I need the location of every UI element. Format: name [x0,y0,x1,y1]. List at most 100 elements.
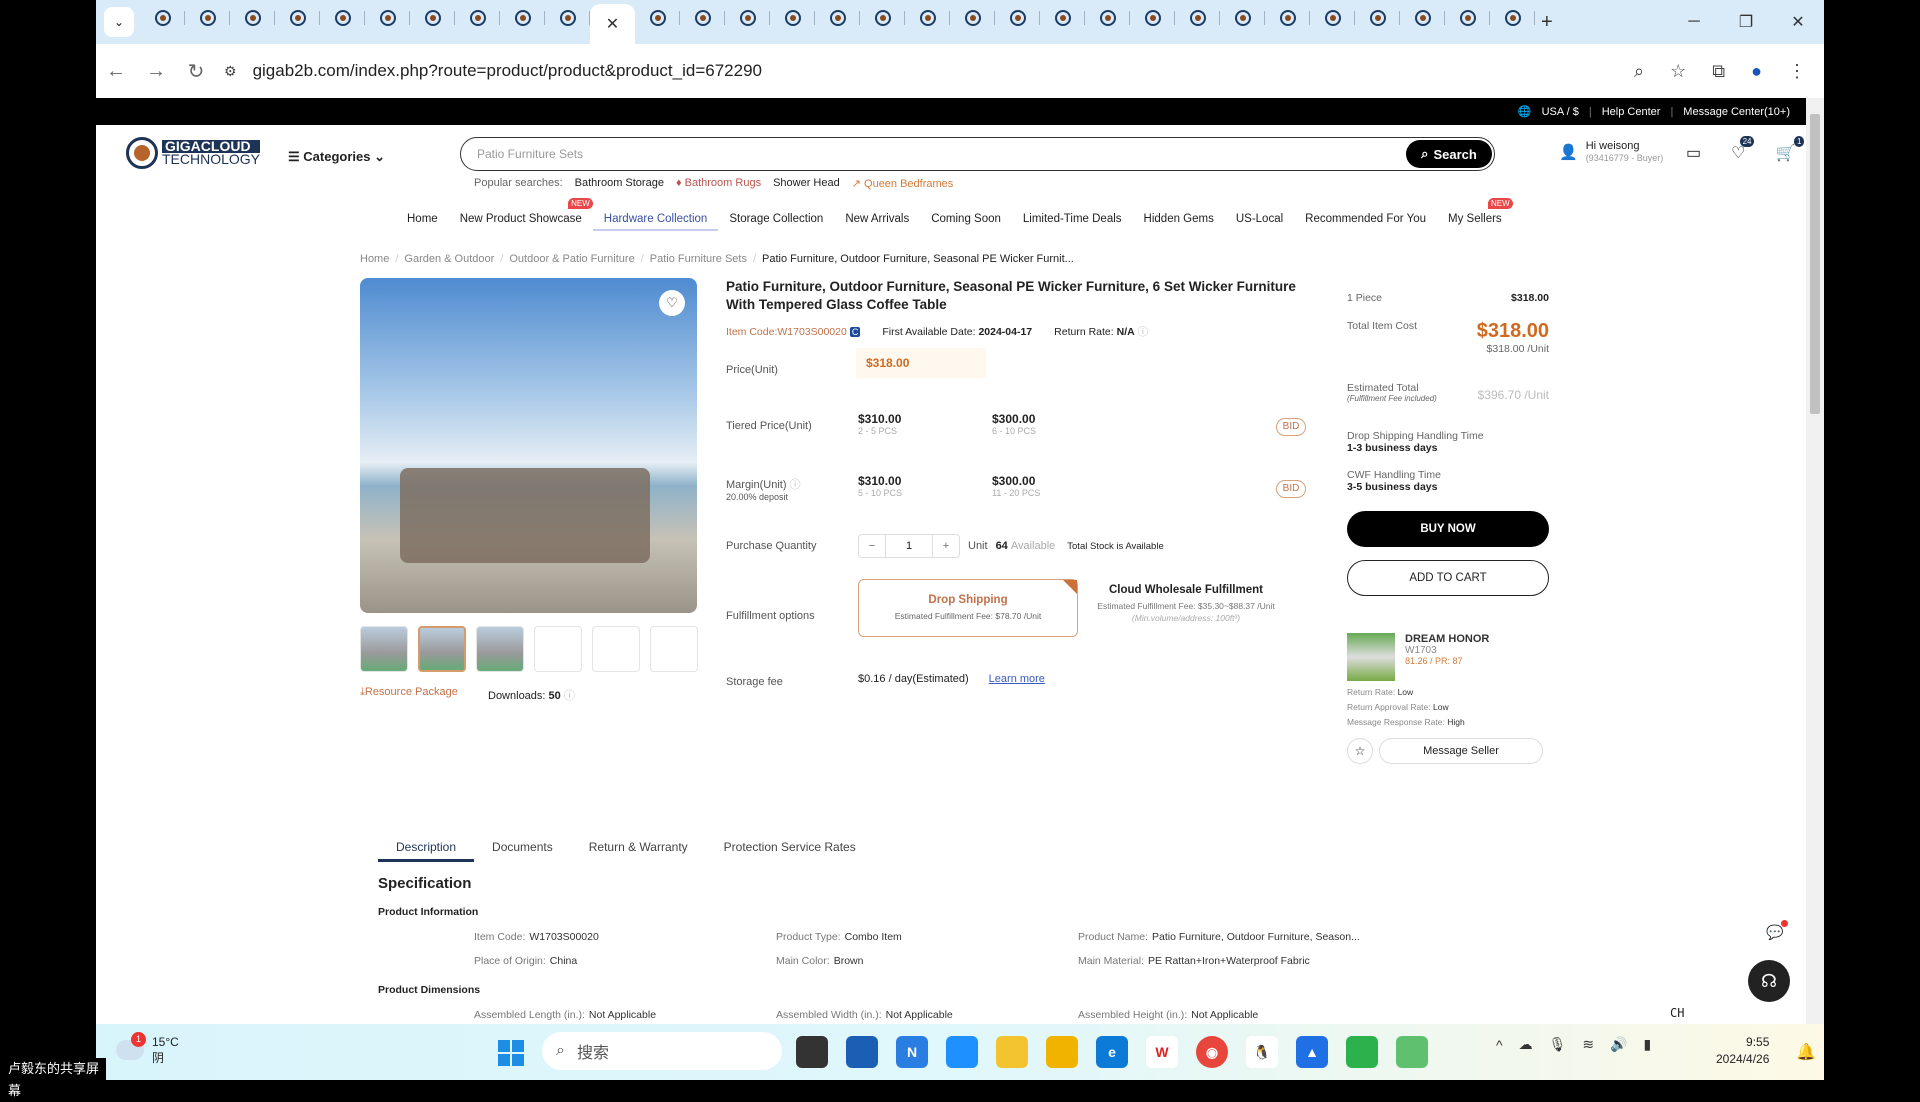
nav-item[interactable]: New Arrivals [834,207,920,231]
windows-start-icon[interactable] [498,1040,524,1066]
browser-tab[interactable] [725,0,770,36]
chrome-icon[interactable]: ◉ [1196,1036,1228,1068]
page-scrollbar[interactable] [1806,98,1824,1024]
detail-tab[interactable]: Protection Service Rates [706,836,874,862]
wallet-icon[interactable]: ▭ [1686,143,1701,163]
product-main-image[interactable]: ♡ [360,278,697,613]
browser-tab[interactable] [185,0,230,36]
resource-package-link[interactable]: ⤓Resource Package [360,686,458,699]
user-account[interactable]: 👤 Hi weisong (93416779 - Buyer) [1559,140,1663,163]
app-icon[interactable]: ▲ [1296,1036,1328,1068]
active-tab[interactable]: ✕ [590,4,635,44]
thumbnail-image[interactable] [534,626,582,672]
browser-tab[interactable] [320,0,365,36]
browser-tab[interactable] [275,0,320,36]
popular-search-link[interactable]: Shower Head [773,177,840,190]
favorite-heart-icon[interactable]: ♡ [659,290,685,316]
bid-button[interactable]: BID [1276,480,1306,498]
popular-search-link[interactable]: Bathroom Storage [575,177,664,190]
thumbnail-image[interactable] [650,626,698,672]
reload-button[interactable]: ↻ [176,59,216,84]
browser-tab[interactable] [500,0,545,36]
minimize-button[interactable]: ─ [1668,0,1720,44]
store-icon[interactable] [846,1036,878,1068]
volume-icon[interactable]: 🔊 [1610,1036,1627,1053]
customer-support-icon[interactable]: ☊ [1748,960,1790,1002]
nav-item[interactable]: Coming Soon [920,207,1012,231]
tray-expand-icon[interactable]: ^ [1496,1037,1503,1053]
browser-tab[interactable] [455,0,500,36]
ime-indicator[interactable]: CH [1670,1006,1684,1020]
nav-item[interactable]: Recommended For You [1294,207,1437,231]
browser-tab[interactable] [1490,0,1535,36]
taskbar-search[interactable]: ⌕ 搜索 [542,1032,782,1070]
browser-tab[interactable] [770,0,815,36]
region-selector[interactable]: USA / $ [1542,106,1579,118]
browser-tab[interactable] [815,0,860,36]
increment-button[interactable]: + [933,535,959,557]
browser-tab[interactable] [365,0,410,36]
browser-tab[interactable] [410,0,455,36]
help-icon[interactable]: ⓘ [564,690,575,702]
wechat-work-icon[interactable] [1396,1036,1428,1068]
browser-tab[interactable] [860,0,905,36]
thumbnail-image[interactable] [476,626,524,672]
browser-tab[interactable] [230,0,275,36]
onedrive-icon[interactable]: ☁ [1519,1036,1533,1053]
cwf-option[interactable]: Cloud Wholesale Fulfillment Estimated Fu… [1086,584,1286,623]
detail-tab[interactable]: Description [378,836,475,862]
tab-search-dropdown[interactable]: ⌄ [104,7,134,37]
decrement-button[interactable]: − [859,535,885,557]
qq-icon[interactable]: 🐧 [1246,1036,1278,1068]
detail-tab[interactable]: Return & Warranty [571,836,706,862]
task-view-icon[interactable] [796,1036,828,1068]
close-window-button[interactable]: ✕ [1772,0,1824,44]
file-explorer-icon[interactable] [1046,1036,1078,1068]
chat-notification-icon[interactable]: 💬 [1766,920,1789,941]
breadcrumb-item[interactable]: Garden & Outdoor [404,253,494,265]
browser-tab[interactable] [950,0,995,36]
bid-button[interactable]: BID [1276,418,1306,436]
browser-tab[interactable] [1355,0,1400,36]
help-center-link[interactable]: Help Center [1602,106,1661,118]
notification-bell-icon[interactable]: 🔔 [1796,1042,1816,1062]
quantity-input[interactable]: 1 [885,535,933,557]
wps-icon[interactable]: W [1146,1036,1178,1068]
nav-item[interactable]: Hidden Gems [1133,207,1225,231]
nav-item[interactable]: Limited-Time Deals [1012,207,1133,231]
wechat-icon[interactable] [1346,1036,1378,1068]
browser-tab[interactable] [1220,0,1265,36]
browser-tab[interactable] [995,0,1040,36]
browser-tab[interactable] [1400,0,1445,36]
wishlist-icon[interactable]: ♡ 24 [1731,136,1755,163]
zoom-icon[interactable]: ⌕ [1634,61,1644,82]
breadcrumb-item[interactable]: Patio Furniture Sets [650,253,747,265]
browser-tab[interactable] [1445,0,1490,36]
categories-menu[interactable]: ☰ Categories ⌄ [288,149,385,165]
browser-menu-icon[interactable]: ⋮ [1788,61,1806,82]
browser-tab[interactable] [905,0,950,36]
browser-tab[interactable] [140,0,185,36]
edge-icon[interactable]: e [1096,1036,1128,1068]
battery-icon[interactable]: ▮ [1644,1036,1652,1053]
extensions-icon[interactable]: ⧉ [1712,61,1725,82]
scrollbar-thumb[interactable] [1810,114,1820,414]
learn-more-link[interactable]: Learn more [989,673,1045,685]
item-code[interactable]: Item Code:W1703S00020 [726,326,847,338]
search-input[interactable]: Patio Furniture Sets [477,147,583,161]
browser-tab[interactable] [1085,0,1130,36]
follow-star-icon[interactable]: ☆ [1347,738,1373,764]
breadcrumb-item[interactable]: Outdoor & Patio Furniture [509,253,634,265]
browser-tab[interactable] [1040,0,1085,36]
clock[interactable]: 9:55 2024/4/26 [1716,1034,1769,1068]
back-button[interactable]: ← [96,60,136,83]
url-input[interactable]: gigab2b.com/index.php?route=product/prod… [253,61,762,81]
wifi-icon[interactable]: ≋ [1582,1036,1594,1053]
nav-item[interactable]: Storage Collection [718,207,834,231]
notes-icon[interactable] [996,1036,1028,1068]
browser-tab[interactable] [1265,0,1310,36]
help-icon[interactable]: ⓘ [1138,326,1149,338]
weather-widget[interactable]: 1 15°C 阴 [116,1032,179,1066]
help-icon[interactable]: ⓘ [790,479,801,491]
message-seller-button[interactable]: Message Seller [1379,738,1543,764]
